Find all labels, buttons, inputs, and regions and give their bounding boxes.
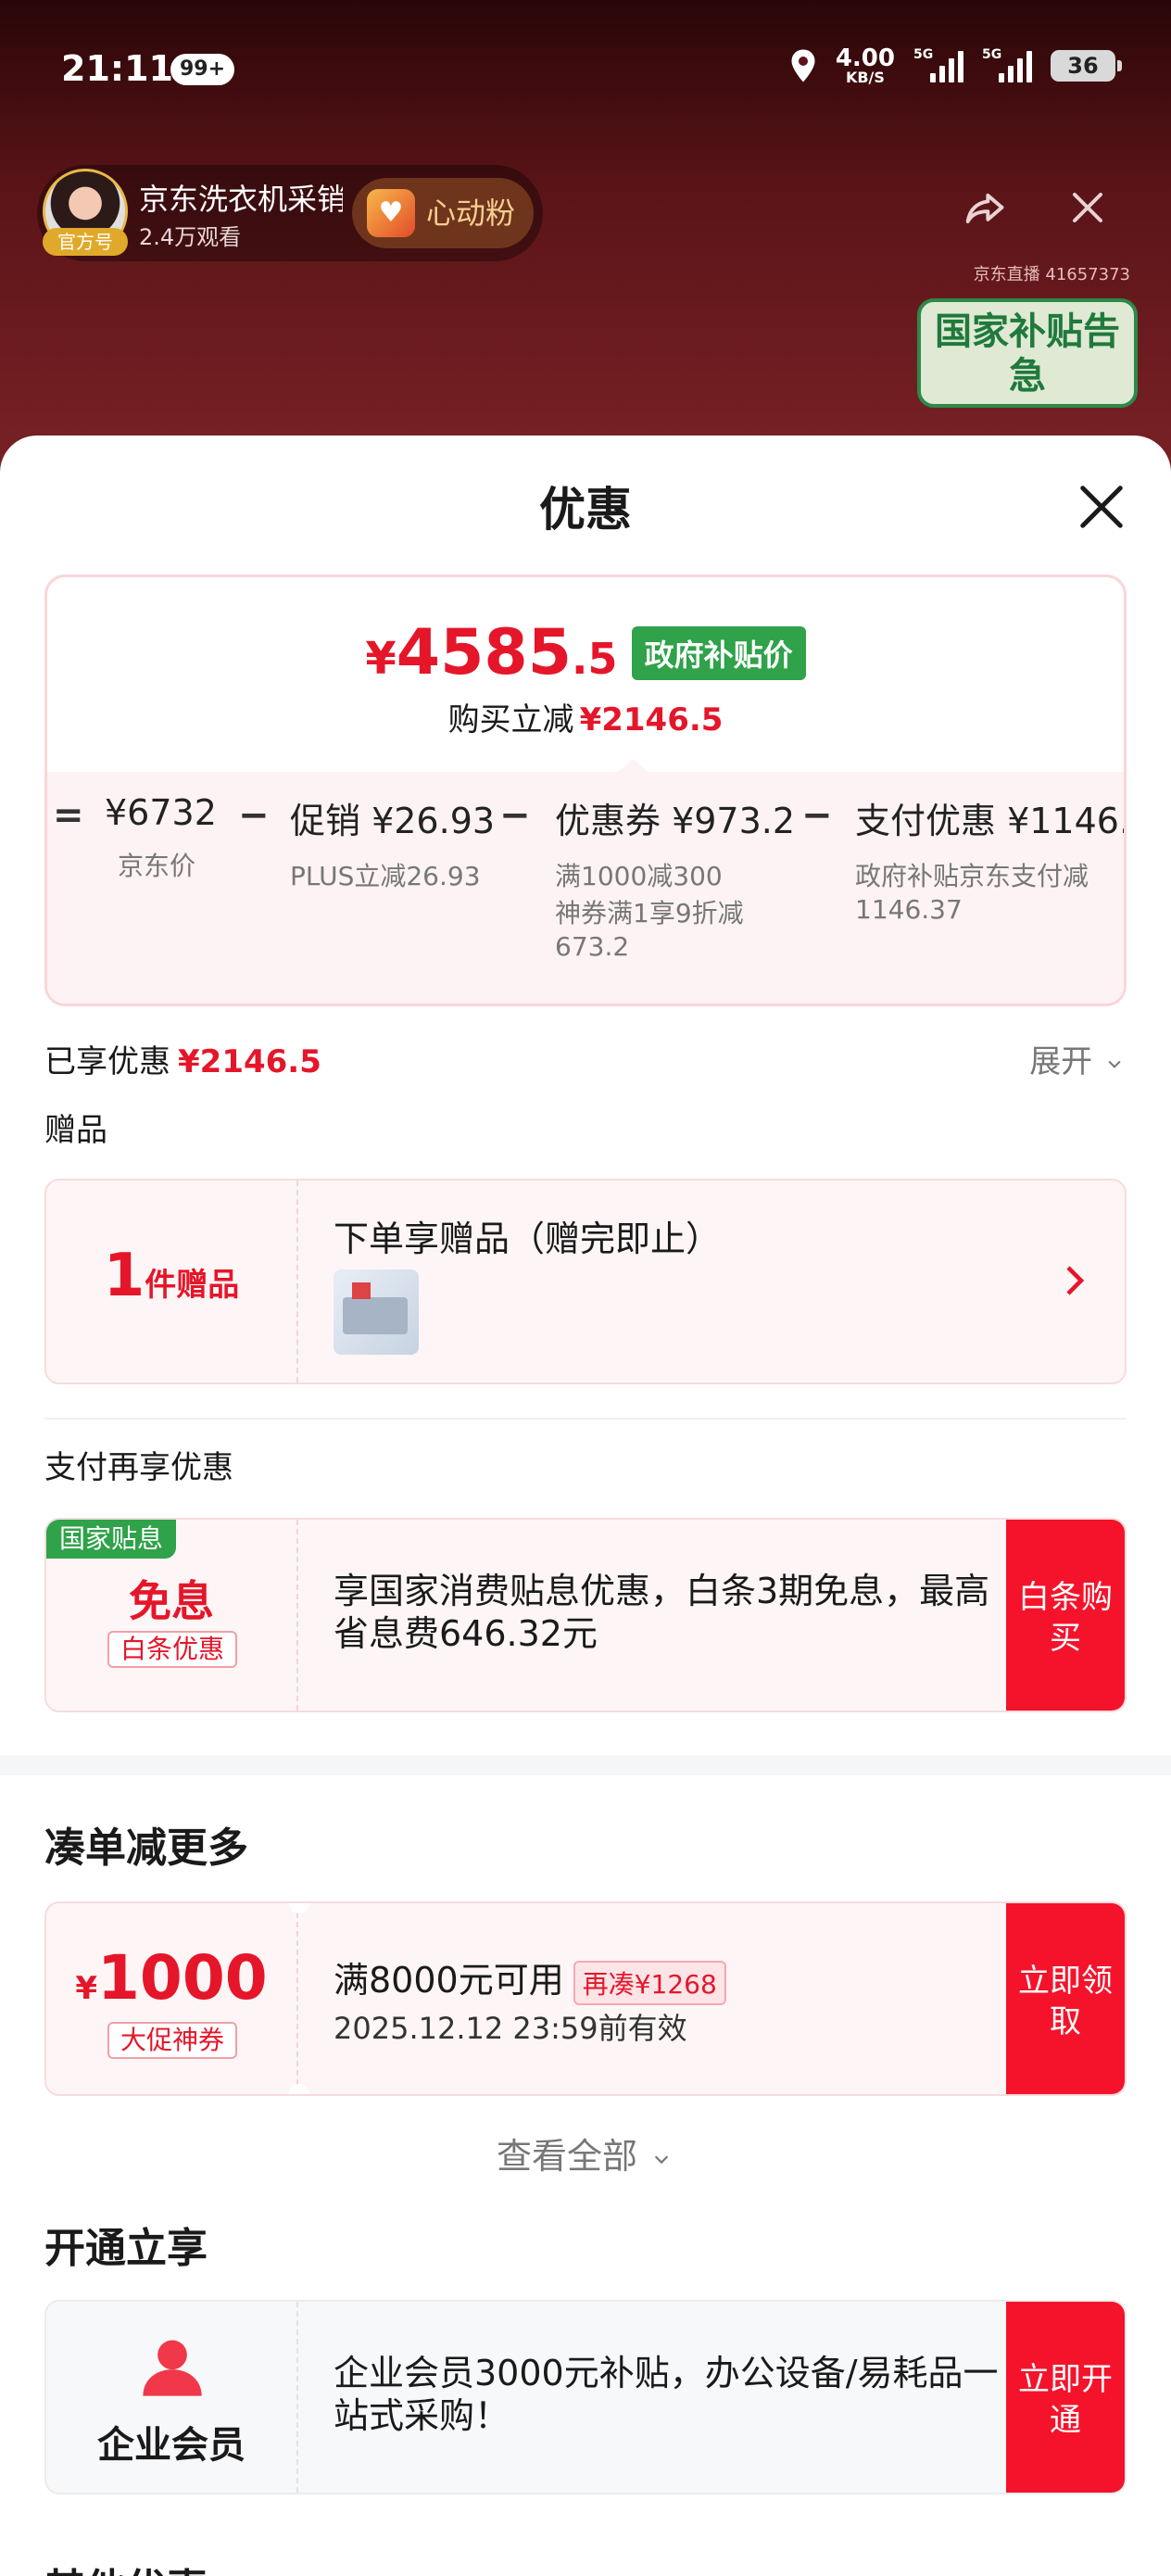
discount-sheet: 优惠 ¥4585.5 政府补贴价 购买立减 ¥2146.5 = ¥6732 京东价… <box>0 436 1171 2576</box>
coupon-card[interactable]: ¥1000 大促神券 满8000元可用 再凑¥1268 2025.12.12 23… <box>44 1901 1127 2096</box>
price-amount: ¥4585.5 <box>365 616 618 689</box>
signal-icon: 5G <box>913 47 963 82</box>
battery-icon: 36 <box>1051 50 1122 82</box>
official-badge: 官方号 <box>43 228 128 256</box>
host-info[interactable]: 官方号 京东洗衣机采销 2.4万观看 ♥ 心动粉 <box>37 165 543 261</box>
payment-offer-card[interactable]: 免息 白条优惠 国家贴息 享国家消费贴息优惠，白条3期免息，最高省息费646.3… <box>44 1518 1127 1712</box>
notification-badge: 99+ <box>170 54 235 85</box>
breakdown-item: 支付优惠 ¥1146.3 政府补贴京东支付减1146.37 <box>855 801 1127 925</box>
section-gap <box>0 1755 1171 1775</box>
network-speed: 4.00 KB/S <box>835 44 895 86</box>
add-more-badge: 再凑¥1268 <box>573 1960 726 2005</box>
payment-offer-text: 享国家消费贴息优惠，白条3期免息，最高省息费646.32元 <box>334 1571 990 1654</box>
gift-thumbnail <box>334 1269 419 1355</box>
price-card: ¥4585.5 政府补贴价 购买立减 ¥2146.5 = ¥6732 京东价 − … <box>44 575 1127 1006</box>
heart-badge-icon: ♥ <box>367 189 415 237</box>
gift-count: 1件赠品 <box>46 1181 298 1383</box>
enterprise-member-card[interactable]: 企业会员 企业会员3000元补贴，办公设备/易耗品一站式采购！ 立即开通 <box>44 2300 1127 2494</box>
subsidy-banner[interactable]: 国家补贴告急 <box>917 298 1138 408</box>
pay-heading: 支付再享优惠 <box>44 1449 233 1486</box>
instant-reduction: 购买立减 ¥2146.5 <box>447 701 724 739</box>
user-icon <box>143 2340 202 2396</box>
national-subsidy-tag: 国家贴息 <box>46 1520 177 1559</box>
status-bar: 21:11 99+ 4.00 KB/S 5G 5G 36 <box>0 37 1171 102</box>
breakdown-item: 促销 ¥26.93 PLUS立减26.93 <box>290 801 496 891</box>
more-heading: 凑单减更多 <box>44 1825 248 1872</box>
status-indicators: 4.00 KB/S 5G 5G 36 <box>789 44 1122 86</box>
sheet-title: 优惠 <box>539 483 632 537</box>
live-room-id: 京东直播 41657373 <box>973 265 1130 284</box>
expand-button[interactable]: 展开 <box>1029 1036 1127 1081</box>
baitiao-buy-button[interactable]: 白条购买 <box>1006 1520 1125 1711</box>
breakdown-item: 优惠券 ¥973.2 满1000减300 神券满1享9折减673.2 <box>555 801 796 962</box>
final-price: ¥4585.5 政府补贴价 <box>47 616 1124 689</box>
minus-sign: − <box>499 794 531 837</box>
gift-card[interactable]: 1件赠品 下单享赠品（赠完即止） <box>44 1179 1127 1384</box>
gov-subsidy-badge: 政府补贴价 <box>631 625 806 680</box>
minus-sign: − <box>801 794 833 837</box>
close-icon[interactable] <box>1065 185 1110 230</box>
divider <box>44 1418 1127 1420</box>
enterprise-member-text: 企业会员3000元补贴，办公设备/易耗品一站式采购！ <box>334 2353 999 2436</box>
location-icon <box>791 49 815 82</box>
coupon-value: ¥1000 大促神券 <box>46 1903 298 2094</box>
chevron-down-icon <box>1108 1060 1121 1068</box>
equals-sign: = <box>53 794 84 837</box>
coupon-type-badge: 大促神券 <box>107 2022 237 2059</box>
baitiao-badge: 白条优惠 <box>107 1631 237 1668</box>
close-icon[interactable] <box>1077 482 1127 532</box>
signal-icon: 5G <box>982 47 1032 82</box>
gift-heading: 赠品 <box>44 1112 107 1149</box>
interest-free-label: 免息 <box>129 1576 214 1626</box>
gift-title: 下单享赠品（赠完即止） <box>334 1219 722 1259</box>
breakdown-item: ¥6732 京东价 <box>105 792 217 881</box>
enterprise-member-left: 企业会员 <box>46 2302 298 2493</box>
coupon-expiry: 2025.12.12 23:59前有效 <box>334 2011 687 2046</box>
claim-coupon-button[interactable]: 立即领取 <box>1006 1903 1125 2094</box>
other-heading: 其他优惠 <box>44 2556 208 2576</box>
chevron-down-icon <box>654 2154 669 2164</box>
coupon-condition: 满8000元可用 再凑¥1268 <box>334 1951 726 2005</box>
chevron-right-icon <box>1066 1266 1085 1295</box>
view-count: 2.4万观看 <box>139 224 242 250</box>
enjoyed-discount: 已享优惠 ¥2146.5 <box>44 1043 321 1080</box>
open-membership-button[interactable]: 立即开通 <box>1006 2302 1125 2493</box>
coupon-amount: ¥1000 <box>75 1942 268 2014</box>
open-heading: 开通立享 <box>44 2225 208 2272</box>
enterprise-member-label: 企业会员 <box>97 2424 246 2467</box>
fans-button[interactable]: ♥ 心动粉 <box>352 178 534 248</box>
price-breakdown: = ¥6732 京东价 − 促销 ¥26.93 PLUS立减26.93 − 优惠… <box>47 759 1127 1004</box>
status-time: 21:11 <box>61 48 173 89</box>
ticket-notch <box>289 2084 309 2094</box>
share-icon[interactable] <box>960 185 1008 234</box>
host-name: 京东洗衣机采销 <box>139 182 343 217</box>
view-all-button[interactable]: 查看全部 <box>0 2128 1171 2178</box>
minus-sign: − <box>238 794 270 837</box>
